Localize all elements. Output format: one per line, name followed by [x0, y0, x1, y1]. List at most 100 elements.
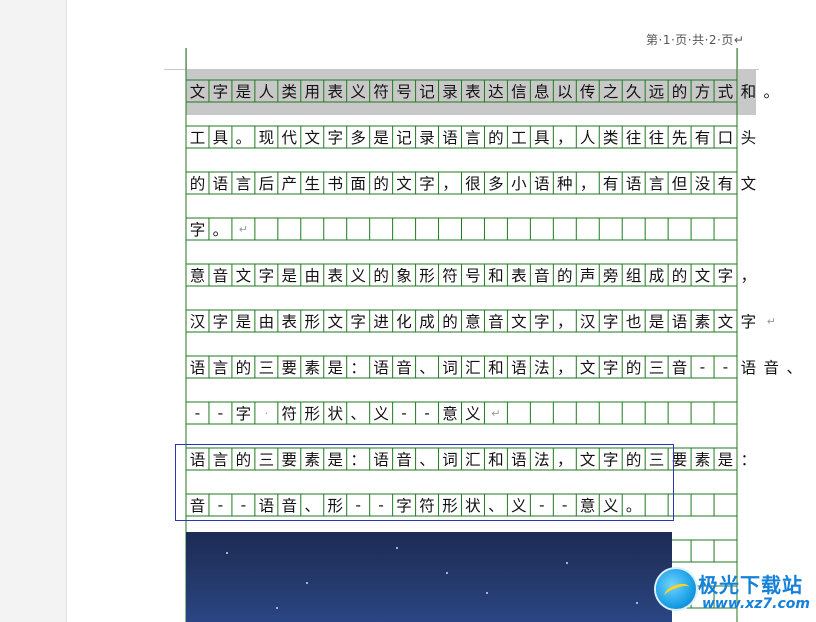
document-line[interactable]: 文字是人类用表义符号记录表达信息以传之久远的方式和。: [186, 80, 783, 102]
document-line[interactable]: - - 字 · 符形状、义 - - 意义 ↵: [186, 402, 507, 424]
grid-char: 字: [189, 221, 206, 239]
grid-char: 三: [258, 359, 275, 377]
grid-char: 字: [740, 313, 757, 331]
grid-char: ：: [740, 451, 757, 469]
grid-char: 进: [373, 313, 389, 331]
grid-char: 。: [763, 83, 780, 101]
grid-char: 语: [671, 313, 688, 331]
grid-char: 是: [281, 267, 298, 285]
grid-char: 和: [488, 267, 504, 285]
grid-char: 远: [648, 83, 665, 101]
grid-char: 是: [235, 313, 252, 331]
grid-char: 有: [602, 175, 619, 193]
grid-char: 文: [694, 267, 711, 285]
watermark-title: 极光下载站: [698, 573, 803, 597]
grid-char: 号: [396, 83, 412, 101]
grid-char: 传: [579, 83, 596, 101]
grid-char: 字: [212, 313, 229, 331]
grid-char: 类: [602, 129, 619, 147]
grid-char: 语: [373, 359, 389, 377]
grid-char: 符: [281, 405, 298, 423]
grid-char: 语: [534, 175, 550, 193]
text-selection-box[interactable]: [175, 444, 674, 521]
grid-char: 人: [579, 129, 596, 147]
grid-char: 语: [740, 359, 757, 377]
grid-char: -: [401, 404, 407, 422]
grid-char: 音: [534, 267, 550, 285]
grid-char: 的: [442, 313, 458, 331]
grid-char: 记: [396, 129, 412, 147]
grid-char: 有: [717, 175, 734, 193]
grid-char: 组: [625, 267, 642, 285]
grid-char: 字: [235, 405, 252, 423]
grid-char: 但: [671, 175, 688, 193]
grid-char: 字: [419, 175, 435, 193]
grid-char: 的: [373, 175, 389, 193]
grid-char: 没: [694, 175, 711, 193]
grid-char: 象: [396, 267, 412, 285]
grid-char: 表: [327, 267, 343, 285]
document-line[interactable]: 汉字是由表形文字进化成的意音文字，汉字也是语素文字 ↵: [186, 310, 783, 332]
grid-char: 号: [465, 267, 481, 285]
grid-char: 义: [465, 405, 481, 423]
grid-char: 文: [717, 313, 734, 331]
grid-char: 息: [534, 83, 550, 101]
grid-char: 很: [465, 175, 481, 193]
grid-char: 和: [488, 359, 504, 377]
grid-char: 音: [212, 267, 229, 285]
grid-char: 字: [602, 313, 619, 331]
grid-char: 语: [212, 175, 229, 193]
grid-char: 代: [281, 129, 298, 147]
grid-char: 的: [189, 175, 206, 193]
document-line[interactable]: 工具。现代文字多是记录语言的工具，人类往往先有口头: [186, 126, 760, 148]
grid-char: 成: [419, 313, 435, 331]
grid-char: 要: [281, 359, 298, 377]
grid-char: 是: [373, 129, 389, 147]
aurora-logo-icon: [656, 569, 696, 609]
grid-char: 义: [350, 83, 366, 101]
grid-char: 素: [304, 359, 320, 377]
grid-char: 后: [258, 175, 275, 193]
grid-char: 的: [671, 267, 688, 285]
grid-char: 之: [602, 83, 619, 101]
document-line[interactable]: 语言的三要素是：语音、词汇和语法，文字的三音 - - 语音、: [186, 356, 806, 378]
grid-char: 、: [786, 359, 803, 377]
grid-char: 化: [396, 313, 412, 331]
grid-char: 往: [648, 129, 665, 147]
grid-char: 由: [258, 313, 275, 331]
grid-char: 文: [511, 313, 527, 331]
grid-char: 工: [189, 129, 206, 147]
grid-char: 先: [671, 129, 688, 147]
grid-char: 素: [694, 451, 711, 469]
grid-char: 具: [212, 129, 229, 147]
grid-char: 音: [763, 359, 780, 377]
grid-char: 产: [281, 175, 298, 193]
grid-char: 字: [717, 267, 734, 285]
grid-char: 多: [488, 175, 504, 193]
grid-char: 、: [419, 359, 435, 377]
document-line[interactable]: 字。 ↵: [186, 218, 255, 240]
grid-char: 旁: [602, 267, 619, 285]
grid-char: 表: [511, 267, 527, 285]
grid-char: 的: [625, 359, 642, 377]
grid-char: 状: [327, 405, 343, 423]
grid-char: 义: [350, 267, 366, 285]
grid-char: 音: [488, 313, 504, 331]
grid-char: -: [722, 358, 729, 376]
grid-char: ，: [556, 129, 573, 147]
grid-char: 汉: [189, 313, 206, 331]
grid-char: 往: [625, 129, 642, 147]
starry-sky-image[interactable]: [186, 532, 672, 622]
grid-char: 。: [212, 221, 229, 239]
document-line[interactable]: 的语言后产生书面的文字，很多小语种，有语言但没有文: [186, 172, 760, 194]
grid-char: 音: [671, 359, 688, 377]
grid-char: 和: [740, 83, 757, 101]
grid-char: 符: [442, 267, 458, 285]
grid-char: 多: [350, 129, 366, 147]
grid-char: 语: [189, 359, 206, 377]
grid-char: 工: [511, 129, 527, 147]
grid-char: 表: [465, 83, 481, 101]
grid-char: 形: [419, 267, 435, 285]
document-line[interactable]: 意音文字是由表义的象形符号和表音的声旁组成的文字，: [186, 264, 760, 286]
grid-char: 人: [258, 83, 275, 101]
